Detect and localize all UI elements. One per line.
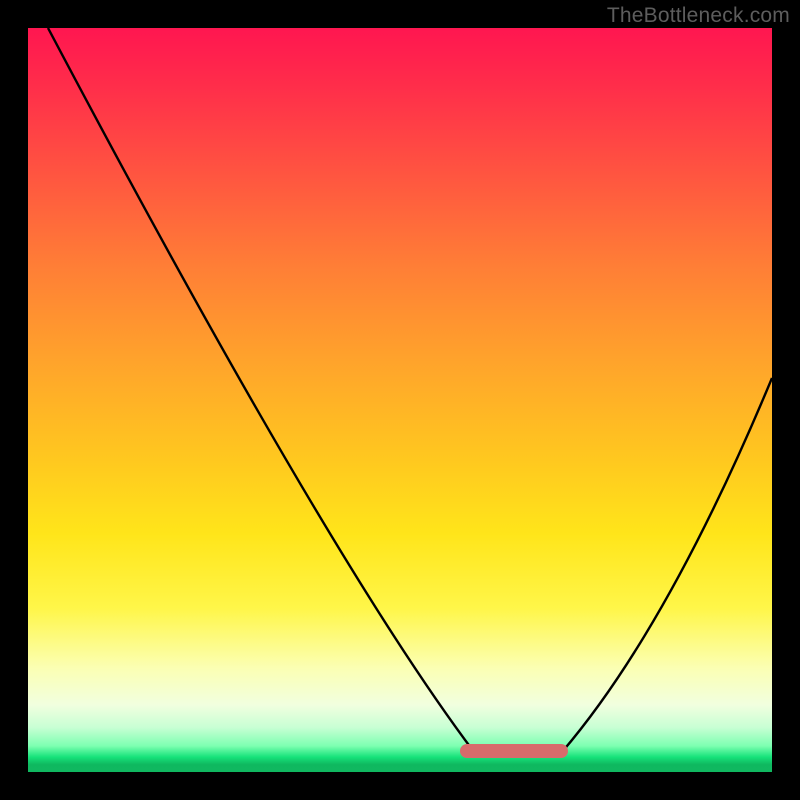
chart-frame: TheBottleneck.com	[0, 0, 800, 800]
watermark-text: TheBottleneck.com	[607, 4, 790, 28]
optimal-range-marker	[460, 744, 568, 758]
plot-area	[28, 28, 772, 772]
bottleneck-curve	[28, 28, 772, 772]
curve-left-descent	[48, 28, 474, 752]
curve-right-ascent	[562, 378, 772, 752]
